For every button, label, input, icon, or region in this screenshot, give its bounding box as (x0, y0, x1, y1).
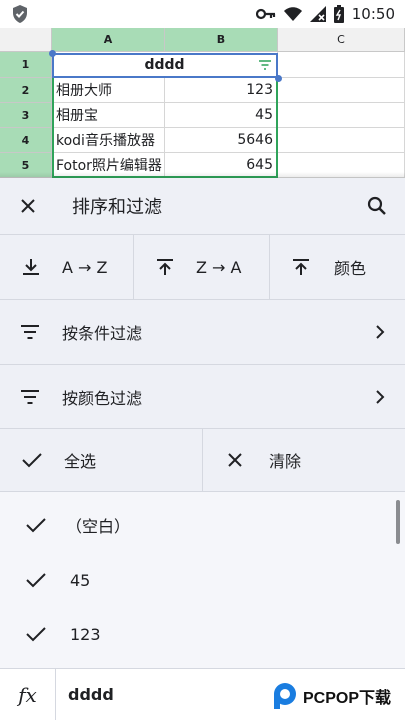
filter-by-condition[interactable]: 按条件过滤 (0, 300, 405, 365)
wifi-icon (283, 7, 302, 21)
list-scrollbar[interactable] (396, 500, 400, 544)
panel-header: 排序和过滤 (0, 178, 405, 235)
clear-label: 清除 (269, 452, 302, 471)
cell-b4[interactable]: 5646 (165, 128, 278, 153)
list-item-label: 45 (70, 570, 91, 590)
fx-icon[interactable]: fx (0, 669, 56, 720)
sort-ascending-icon (22, 258, 40, 276)
sort-by-color-label: 颜色 (334, 259, 367, 278)
check-icon (26, 517, 46, 533)
cell-a1[interactable]: dddd (52, 52, 278, 78)
select-all-label: 全选 (64, 452, 97, 471)
cell-a1-text: dddd (144, 56, 185, 73)
row-header-4[interactable]: 4 (0, 128, 52, 153)
battery-icon (333, 5, 344, 23)
cell-b2[interactable]: 123 (165, 78, 278, 103)
watermark-logo: PCPOP下载 (271, 674, 401, 718)
filter-by-condition-label: 按条件过滤 (62, 324, 143, 343)
filter-list-icon (20, 389, 40, 404)
search-icon[interactable] (365, 194, 389, 218)
sort-a-z-label: A → Z (62, 257, 108, 277)
cell-c3[interactable] (278, 103, 405, 128)
shield-icon (10, 4, 30, 24)
check-icon (26, 626, 46, 642)
pcpop-logo-icon (274, 683, 296, 709)
sort-row: A → Z Z → A 颜色 (0, 235, 405, 300)
filter-list-icon (20, 325, 40, 339)
cell-c2[interactable] (278, 78, 405, 103)
spreadsheet-grid[interactable]: A B C 1 2 3 4 5 dddd 相册大师 123 相册宝 45 kod… (0, 28, 405, 178)
list-item-label: 123 (70, 624, 101, 644)
sort-z-a-button[interactable]: Z → A (134, 235, 270, 299)
column-header-c[interactable]: C (278, 28, 405, 52)
sort-by-color-button[interactable]: 颜色 (270, 235, 405, 299)
sort-a-z-button[interactable]: A → Z (0, 235, 134, 299)
clock: 10:50 (351, 5, 395, 23)
cell-a3[interactable]: 相册宝 (52, 103, 165, 128)
list-item[interactable]: 45 (0, 553, 392, 607)
sort-z-a-label: Z → A (196, 257, 242, 277)
cell-c1[interactable] (278, 52, 405, 78)
cell-a2[interactable]: 相册大师 (52, 78, 165, 103)
row-header-3[interactable]: 3 (0, 103, 52, 128)
cell-b3[interactable]: 45 (165, 103, 278, 128)
sort-descending-icon (156, 258, 174, 276)
check-icon (26, 572, 46, 588)
sort-color-icon (292, 258, 310, 276)
row-header-2[interactable]: 2 (0, 78, 52, 103)
filter-values-list[interactable]: （空白） 45 123 (0, 492, 405, 668)
clear-button[interactable]: 清除 (203, 429, 405, 491)
formula-input[interactable]: dddd (68, 685, 114, 704)
chevron-right-icon (375, 325, 385, 339)
row-header-1[interactable]: 1 (0, 52, 52, 78)
cell-c4[interactable] (278, 128, 405, 153)
select-all-button[interactable]: 全选 (0, 429, 203, 491)
status-bar: 10:50 (0, 0, 405, 28)
close-icon (227, 452, 243, 468)
list-item[interactable]: 123 (0, 607, 392, 661)
close-icon[interactable] (16, 194, 40, 218)
filter-icon[interactable] (258, 60, 272, 70)
sort-filter-panel: 排序和过滤 A → Z Z → A 颜色 按条件过滤 按颜色过滤 全选 清除 （… (0, 178, 405, 720)
filter-by-color-label: 按颜色过滤 (62, 388, 143, 408)
chevron-right-icon (375, 389, 385, 404)
cellular-icon (309, 6, 326, 22)
corner-header[interactable] (0, 28, 52, 52)
list-item-label: （空白） (66, 517, 131, 536)
select-clear-row: 全选 清除 (0, 429, 405, 492)
check-icon (22, 452, 42, 468)
selection-handle-top-left[interactable] (49, 50, 56, 57)
column-header-a[interactable]: A (52, 28, 165, 52)
list-item[interactable]: （空白） (0, 498, 392, 552)
key-icon (255, 8, 276, 20)
watermark-text: PCPOP下载 (303, 690, 392, 707)
cell-a4[interactable]: kodi音乐播放器 (52, 128, 165, 153)
selection-handle-bottom-right[interactable] (275, 75, 282, 82)
filter-by-color[interactable]: 按颜色过滤 (0, 365, 405, 429)
column-header-b[interactable]: B (165, 28, 278, 52)
panel-title: 排序和过滤 (72, 197, 162, 218)
